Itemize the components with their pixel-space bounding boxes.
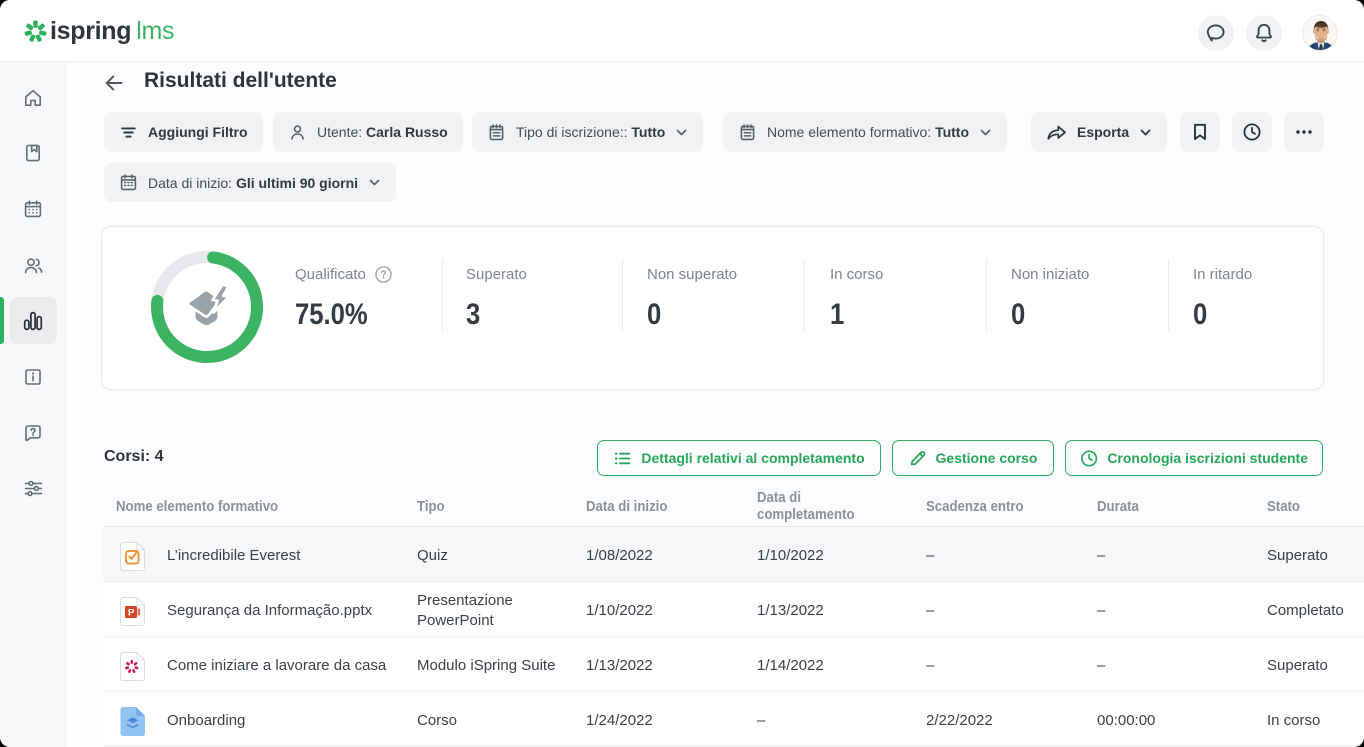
svg-text:P: P	[128, 607, 135, 618]
